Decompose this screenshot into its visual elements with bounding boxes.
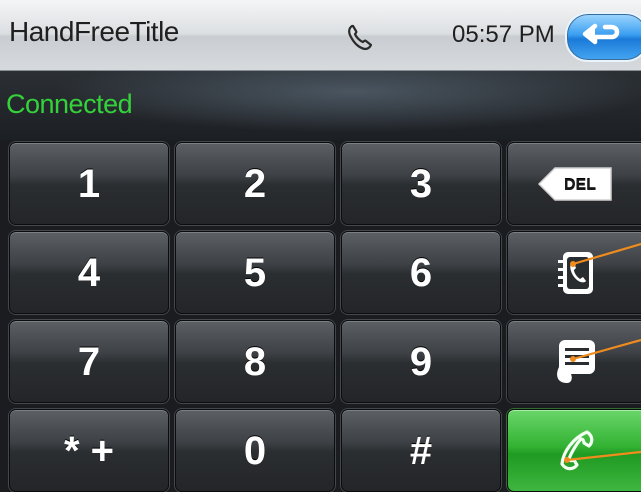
message-button[interactable] xyxy=(507,320,641,403)
key-4[interactable]: 4 xyxy=(9,231,169,314)
key-2[interactable]: 2 xyxy=(175,142,335,225)
delete-icon: DEL xyxy=(537,166,612,201)
status-area: Connected xyxy=(0,71,641,140)
del-label: DEL xyxy=(564,177,596,194)
key-star-plus[interactable]: * + xyxy=(9,409,169,492)
key-0[interactable]: 0 xyxy=(175,409,335,492)
key-8[interactable]: 8 xyxy=(175,320,335,403)
key-6[interactable]: 6 xyxy=(341,231,501,314)
window-title: HandFreeTitle xyxy=(9,16,179,47)
call-button[interactable] xyxy=(507,409,641,492)
contacts-button[interactable] xyxy=(507,231,641,314)
back-button[interactable] xyxy=(565,12,641,62)
key-1[interactable]: 1 xyxy=(9,142,169,225)
key-hash[interactable]: # xyxy=(341,409,501,492)
call-icon xyxy=(560,429,594,470)
key-5[interactable]: 5 xyxy=(175,231,335,314)
back-arrow-icon xyxy=(582,23,620,45)
contacts-icon xyxy=(558,251,593,294)
key-7[interactable]: 7 xyxy=(9,320,169,403)
key-9[interactable]: 9 xyxy=(341,320,501,403)
connection-status: Connected xyxy=(6,89,133,119)
delete-button[interactable]: DEL xyxy=(507,142,641,225)
message-icon xyxy=(557,339,595,383)
clock: 05:57 PM xyxy=(452,21,555,48)
key-3[interactable]: 3 xyxy=(341,142,501,225)
title-bar: HandFreeTitle 05:57 PM xyxy=(0,0,641,71)
phone-icon xyxy=(348,24,373,51)
